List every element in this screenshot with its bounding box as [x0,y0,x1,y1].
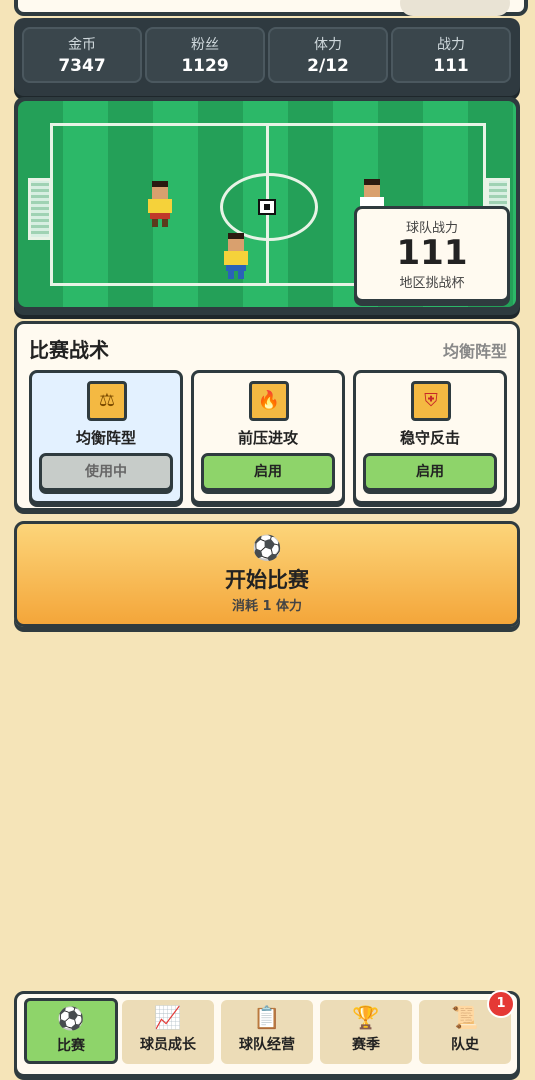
nav-label: 队史 [451,1037,479,1053]
soccer-ball-icon: ⚽ [57,1007,85,1032]
stat-value: 1129 [181,56,229,76]
nav-label: 比赛 [57,1038,85,1054]
stat-value: 111 [433,56,469,76]
balance-icon: ⚖ [87,381,127,421]
team-power-value: 111 [396,233,468,273]
stat-label: 体力 [314,37,342,53]
stamina-cost: 消耗 1 体力 [231,599,303,614]
tactic-enable-button[interactable]: 启用 [363,453,497,491]
tactic-name: 稳守反击 [399,429,460,447]
pitch-panel: 球队战力 111 地区挑战杯 [14,97,520,315]
stats-bar: 金币 7347 粉丝 1129 体力 2/12 战力 111 [14,18,520,96]
tactic-enable-button[interactable]: 启用 [201,453,335,491]
nav-item-match[interactable]: ⚽ 比赛 [24,998,118,1064]
nav-label: 赛季 [352,1037,380,1053]
nav-item-management[interactable]: 📋 球队经营 [221,1000,313,1064]
soccer-pitch: 球队战力 111 地区挑战杯 [18,101,516,307]
top-panel-control[interactable] [400,0,510,16]
top-panel-edge [14,0,528,16]
stat-value: 7347 [58,56,106,76]
stat-value: 2/12 [307,56,349,76]
tactic-card-attack[interactable]: 🔥 前压进攻 启用 [191,370,345,504]
tactic-card-balanced[interactable]: ⚖ 均衡阵型 使用中 [29,370,183,504]
team-power-card: 球队战力 111 地区挑战杯 [354,206,510,302]
tactics-title: 比赛战术 [29,338,109,362]
stat-fans: 粉丝 1129 [145,27,265,83]
nav-item-season[interactable]: 🏆 赛季 [320,1000,412,1064]
tactic-name: 前压进攻 [237,429,298,447]
shield-icon: ⛨ [411,381,451,421]
notification-badge: 1 [487,990,515,1018]
stat-coins: 金币 7347 [22,27,142,83]
start-match-button[interactable]: ⚽ 开始比赛 消耗 1 体力 [14,521,520,627]
league-name: 地区挑战杯 [399,276,465,291]
stat-stamina: 体力 2/12 [268,27,388,83]
tactic-in-use-button[interactable]: 使用中 [39,453,173,491]
nav-item-history[interactable]: 📜 队史 1 [419,990,515,1064]
stat-label: 战力 [437,37,465,53]
nav-item-growth[interactable]: 📈 球员成长 [122,1000,214,1064]
stat-label: 粉丝 [191,37,219,53]
stat-label: 金币 [68,37,96,53]
start-match-label: 开始比赛 [225,568,309,592]
player-sprite [148,181,172,229]
goal-left [28,178,52,240]
current-tactic: 均衡阵型 [442,342,507,361]
ball-sprite [258,199,276,215]
player-sprite [224,233,248,281]
nav-label: 球队经营 [239,1037,295,1053]
stat-power: 战力 111 [391,27,511,83]
chart-up-icon: 📈 [154,1006,182,1031]
clipboard-icon: 📋 [253,1006,281,1031]
tactics-panel: 比赛战术 均衡阵型 ⚖ 均衡阵型 使用中 🔥 前压进攻 启用 ⛨ 稳守反击 启用 [14,321,520,511]
soccer-ball-icon: ⚽ [252,534,282,562]
nav-label: 球员成长 [140,1037,196,1053]
tactic-name: 均衡阵型 [75,429,136,447]
bottom-nav: ⚽ 比赛 📈 球员成长 📋 球队经营 🏆 赛季 📜 队史 1 [14,990,520,1077]
fire-icon: 🔥 [249,381,289,421]
tactic-card-counter[interactable]: ⛨ 稳守反击 启用 [353,370,507,504]
trophy-icon: 🏆 [352,1006,380,1031]
